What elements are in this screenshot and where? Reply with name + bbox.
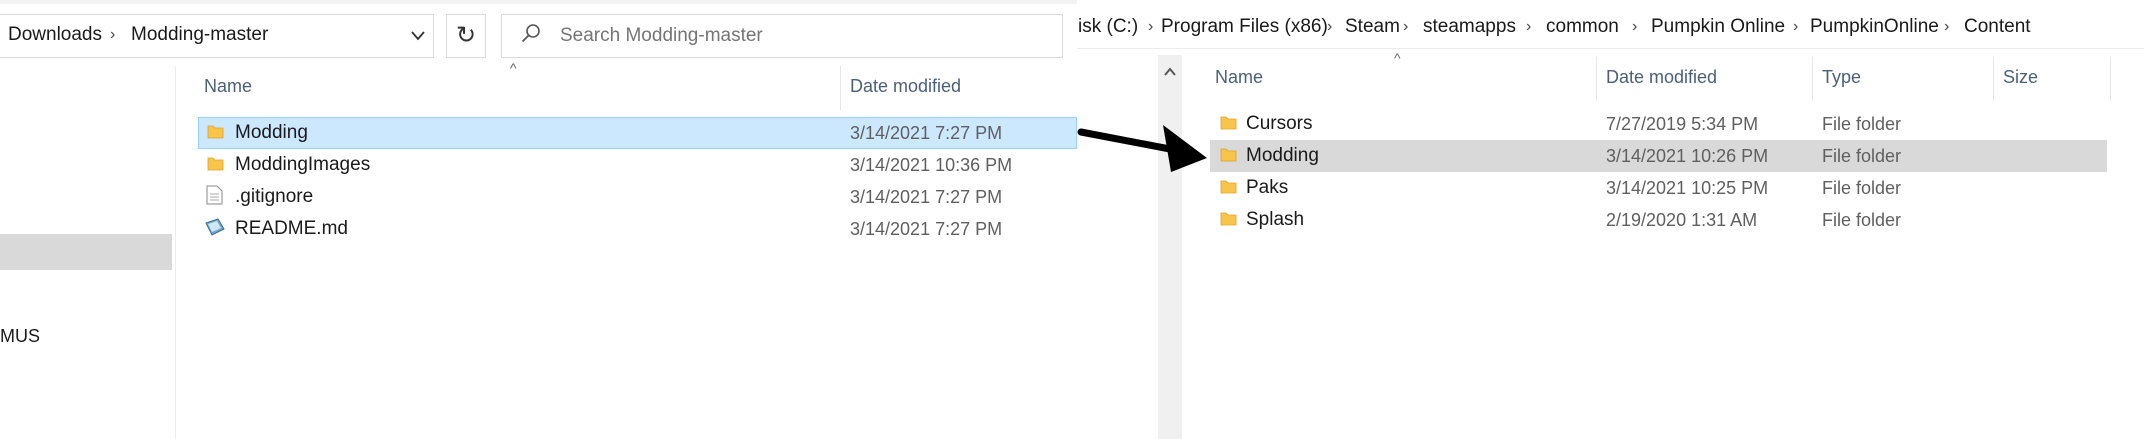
column-header-type[interactable]: Type	[1822, 67, 1861, 88]
file-date: 3/14/2021 10:26 PM	[1606, 146, 1769, 166]
file-date: 3/14/2021 10:36 PM	[850, 155, 1013, 175]
column-header-name[interactable]: Name	[204, 76, 252, 97]
breadcrumb-chevron-icon: ›	[1793, 18, 1799, 35]
column-header-name[interactable]: Name	[1215, 67, 1263, 88]
file-name[interactable]: Cursors	[1246, 113, 1313, 135]
refresh-button[interactable]: ↻	[446, 14, 486, 58]
file-name[interactable]: README.md	[235, 218, 348, 240]
file-date: 7/27/2019 5:34 PM	[1606, 114, 1759, 134]
file-date: 3/14/2021 10:25 PM	[1606, 178, 1769, 198]
column-divider[interactable]	[840, 66, 841, 110]
breadcrumb-steam[interactable]: Steam	[1345, 16, 1400, 38]
search-icon	[521, 24, 540, 43]
markdown-file-icon	[205, 218, 225, 236]
left-title-strip	[0, 0, 1077, 4]
breadcrumb-chevron-icon: ›	[1632, 18, 1638, 35]
file-type: File folder	[1822, 178, 1902, 198]
breadcrumb-chevron-icon: ›	[1526, 18, 1532, 35]
breadcrumb-content[interactable]: Content	[1964, 16, 2031, 38]
breadcrumb-common[interactable]: common	[1546, 16, 1619, 38]
breadcrumb-downloads[interactable]: Downloads	[8, 24, 102, 46]
folder-icon	[1220, 180, 1237, 194]
file-name[interactable]: Modding	[1246, 145, 1319, 167]
breadcrumb-program-files[interactable]: Program Files (x86)	[1161, 16, 1328, 38]
file-name[interactable]: Modding	[235, 122, 308, 144]
column-divider[interactable]	[2110, 57, 2111, 101]
breadcrumb-chevron-icon: ›	[1403, 18, 1409, 35]
breadcrumb-chevron-icon: ›	[1148, 18, 1154, 35]
sort-ascending-icon: ^	[510, 60, 517, 76]
text-file-icon	[206, 185, 223, 205]
folder-icon	[1220, 212, 1237, 226]
column-divider[interactable]	[1812, 57, 1813, 101]
file-name[interactable]: Paks	[1246, 177, 1288, 199]
column-header-size[interactable]: Size	[2003, 67, 2038, 88]
vertical-scrollbar[interactable]	[1158, 55, 1182, 439]
column-divider[interactable]	[1993, 57, 1994, 101]
file-type: File folder	[1822, 146, 1902, 166]
file-name[interactable]: ModdingImages	[235, 154, 370, 176]
sort-ascending-icon: ^	[1394, 50, 1401, 66]
breadcrumb-pumpkinonline[interactable]: PumpkinOnline	[1810, 16, 1939, 38]
breadcrumb-steamapps[interactable]: steamapps	[1423, 16, 1516, 38]
file-date: 3/14/2021 7:27 PM	[850, 187, 1003, 207]
column-header-date-modified[interactable]: Date modified	[1606, 67, 1717, 88]
file-type: File folder	[1822, 210, 1902, 230]
folder-icon	[1220, 148, 1237, 162]
chevron-down-icon[interactable]	[410, 30, 426, 42]
breadcrumb-modding-master[interactable]: Modding-master	[131, 24, 268, 46]
file-date: 3/14/2021 7:27 PM	[850, 219, 1003, 239]
breadcrumb-chevron-icon: ›	[1944, 18, 1950, 35]
column-header-date-modified[interactable]: Date modified	[850, 76, 961, 97]
breadcrumb-drive[interactable]: isk (C:)	[1078, 16, 1138, 38]
breadcrumb-chevron-icon: ›	[1327, 18, 1333, 35]
file-name[interactable]: Splash	[1246, 209, 1304, 231]
search-input[interactable]	[560, 17, 1050, 55]
folder-icon	[1220, 116, 1237, 130]
nav-item-mus[interactable]: MUS	[0, 326, 40, 347]
column-divider[interactable]	[1596, 57, 1597, 101]
folder-icon	[207, 125, 224, 139]
nav-selected-item[interactable]	[0, 234, 172, 270]
scroll-up-icon[interactable]	[1158, 60, 1182, 84]
file-date: 3/14/2021 7:27 PM	[850, 123, 1003, 143]
breadcrumb-pumpkin-online[interactable]: Pumpkin Online	[1651, 16, 1785, 38]
drag-arrow-icon	[1077, 125, 1207, 172]
file-name[interactable]: .gitignore	[235, 186, 313, 208]
file-date: 2/19/2020 1:31 AM	[1606, 210, 1758, 230]
file-type: File folder	[1822, 114, 1902, 134]
breadcrumb-chevron-icon[interactable]: ›	[110, 26, 115, 44]
folder-icon	[207, 157, 224, 171]
